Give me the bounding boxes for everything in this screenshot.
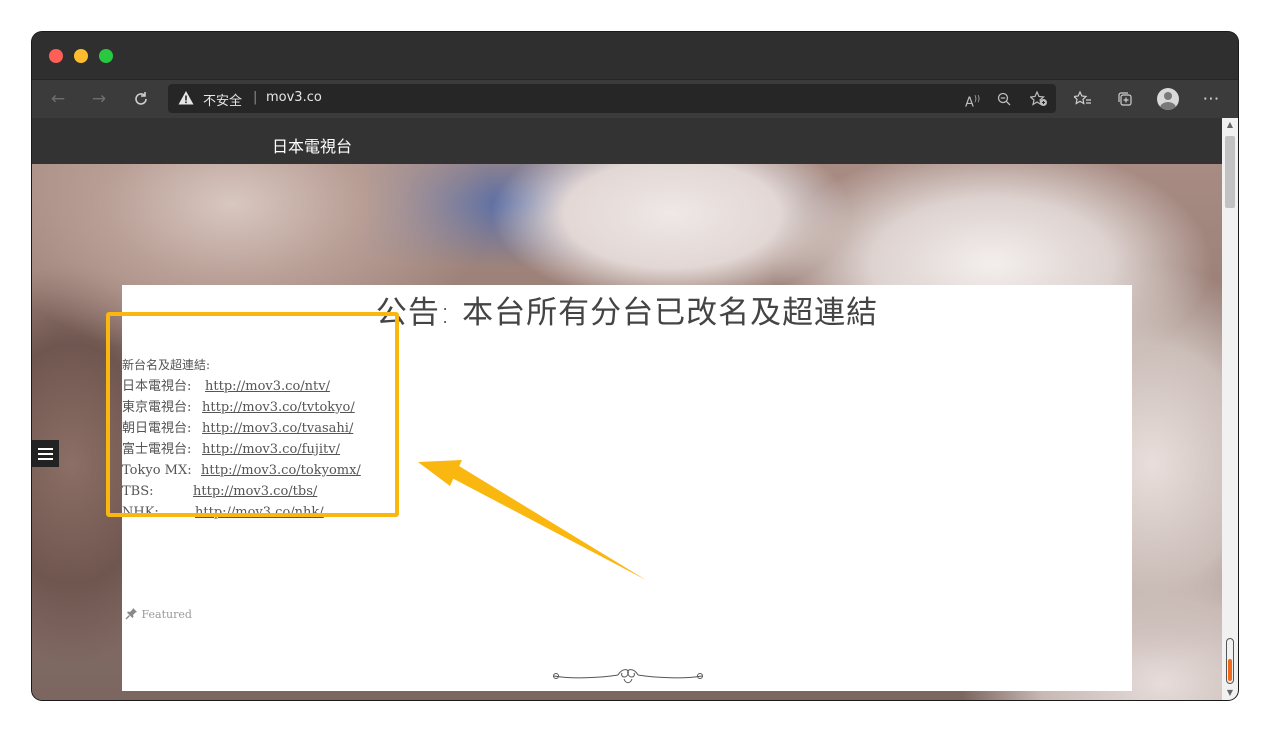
site-title[interactable]: 日本電視台 [272, 133, 352, 157]
vertical-scrollbar[interactable]: ▲ ▼ [1222, 118, 1238, 700]
zoom-out-icon[interactable] [997, 84, 1011, 113]
collections-icon[interactable] [1112, 80, 1138, 118]
scroll-up-icon[interactable]: ▲ [1222, 120, 1238, 130]
title-bar [32, 32, 1238, 79]
menu-icon[interactable] [32, 440, 59, 467]
scroll-down-icon[interactable]: ▼ [1222, 688, 1238, 698]
read-aloud-icon[interactable]: A)) [965, 84, 980, 113]
profile-icon[interactable] [1157, 88, 1179, 110]
address-separator: | [253, 90, 258, 105]
minimize-window-button[interactable] [74, 49, 88, 63]
close-window-button[interactable] [49, 49, 63, 63]
featured-label: Featured [141, 608, 192, 621]
address-bar[interactable]: 不安全 | mov3.co A)) [168, 84, 1056, 113]
maximize-window-button[interactable] [99, 49, 113, 63]
favorite-add-icon[interactable] [1029, 84, 1048, 113]
security-label[interactable]: 不安全 [203, 90, 242, 109]
browser-toolbar: ← → 不安全 | mov3.co A)) ⋯ [32, 79, 1238, 118]
site-header: 日本電視台 [32, 118, 1222, 164]
featured-tag[interactable]: Featured [125, 607, 192, 621]
favorites-icon[interactable] [1070, 80, 1096, 118]
forward-icon[interactable]: → [86, 80, 112, 118]
warning-icon[interactable] [178, 90, 194, 106]
scroll-indicator [1226, 638, 1234, 684]
back-icon[interactable]: ← [45, 80, 71, 118]
url-text[interactable]: mov3.co [266, 90, 322, 105]
pin-icon [125, 608, 137, 620]
highlight-box [106, 312, 399, 517]
scroll-thumb[interactable] [1225, 136, 1235, 208]
ornament-divider-icon [553, 669, 703, 684]
reload-icon[interactable] [128, 80, 154, 118]
more-icon[interactable]: ⋯ [1198, 80, 1224, 118]
